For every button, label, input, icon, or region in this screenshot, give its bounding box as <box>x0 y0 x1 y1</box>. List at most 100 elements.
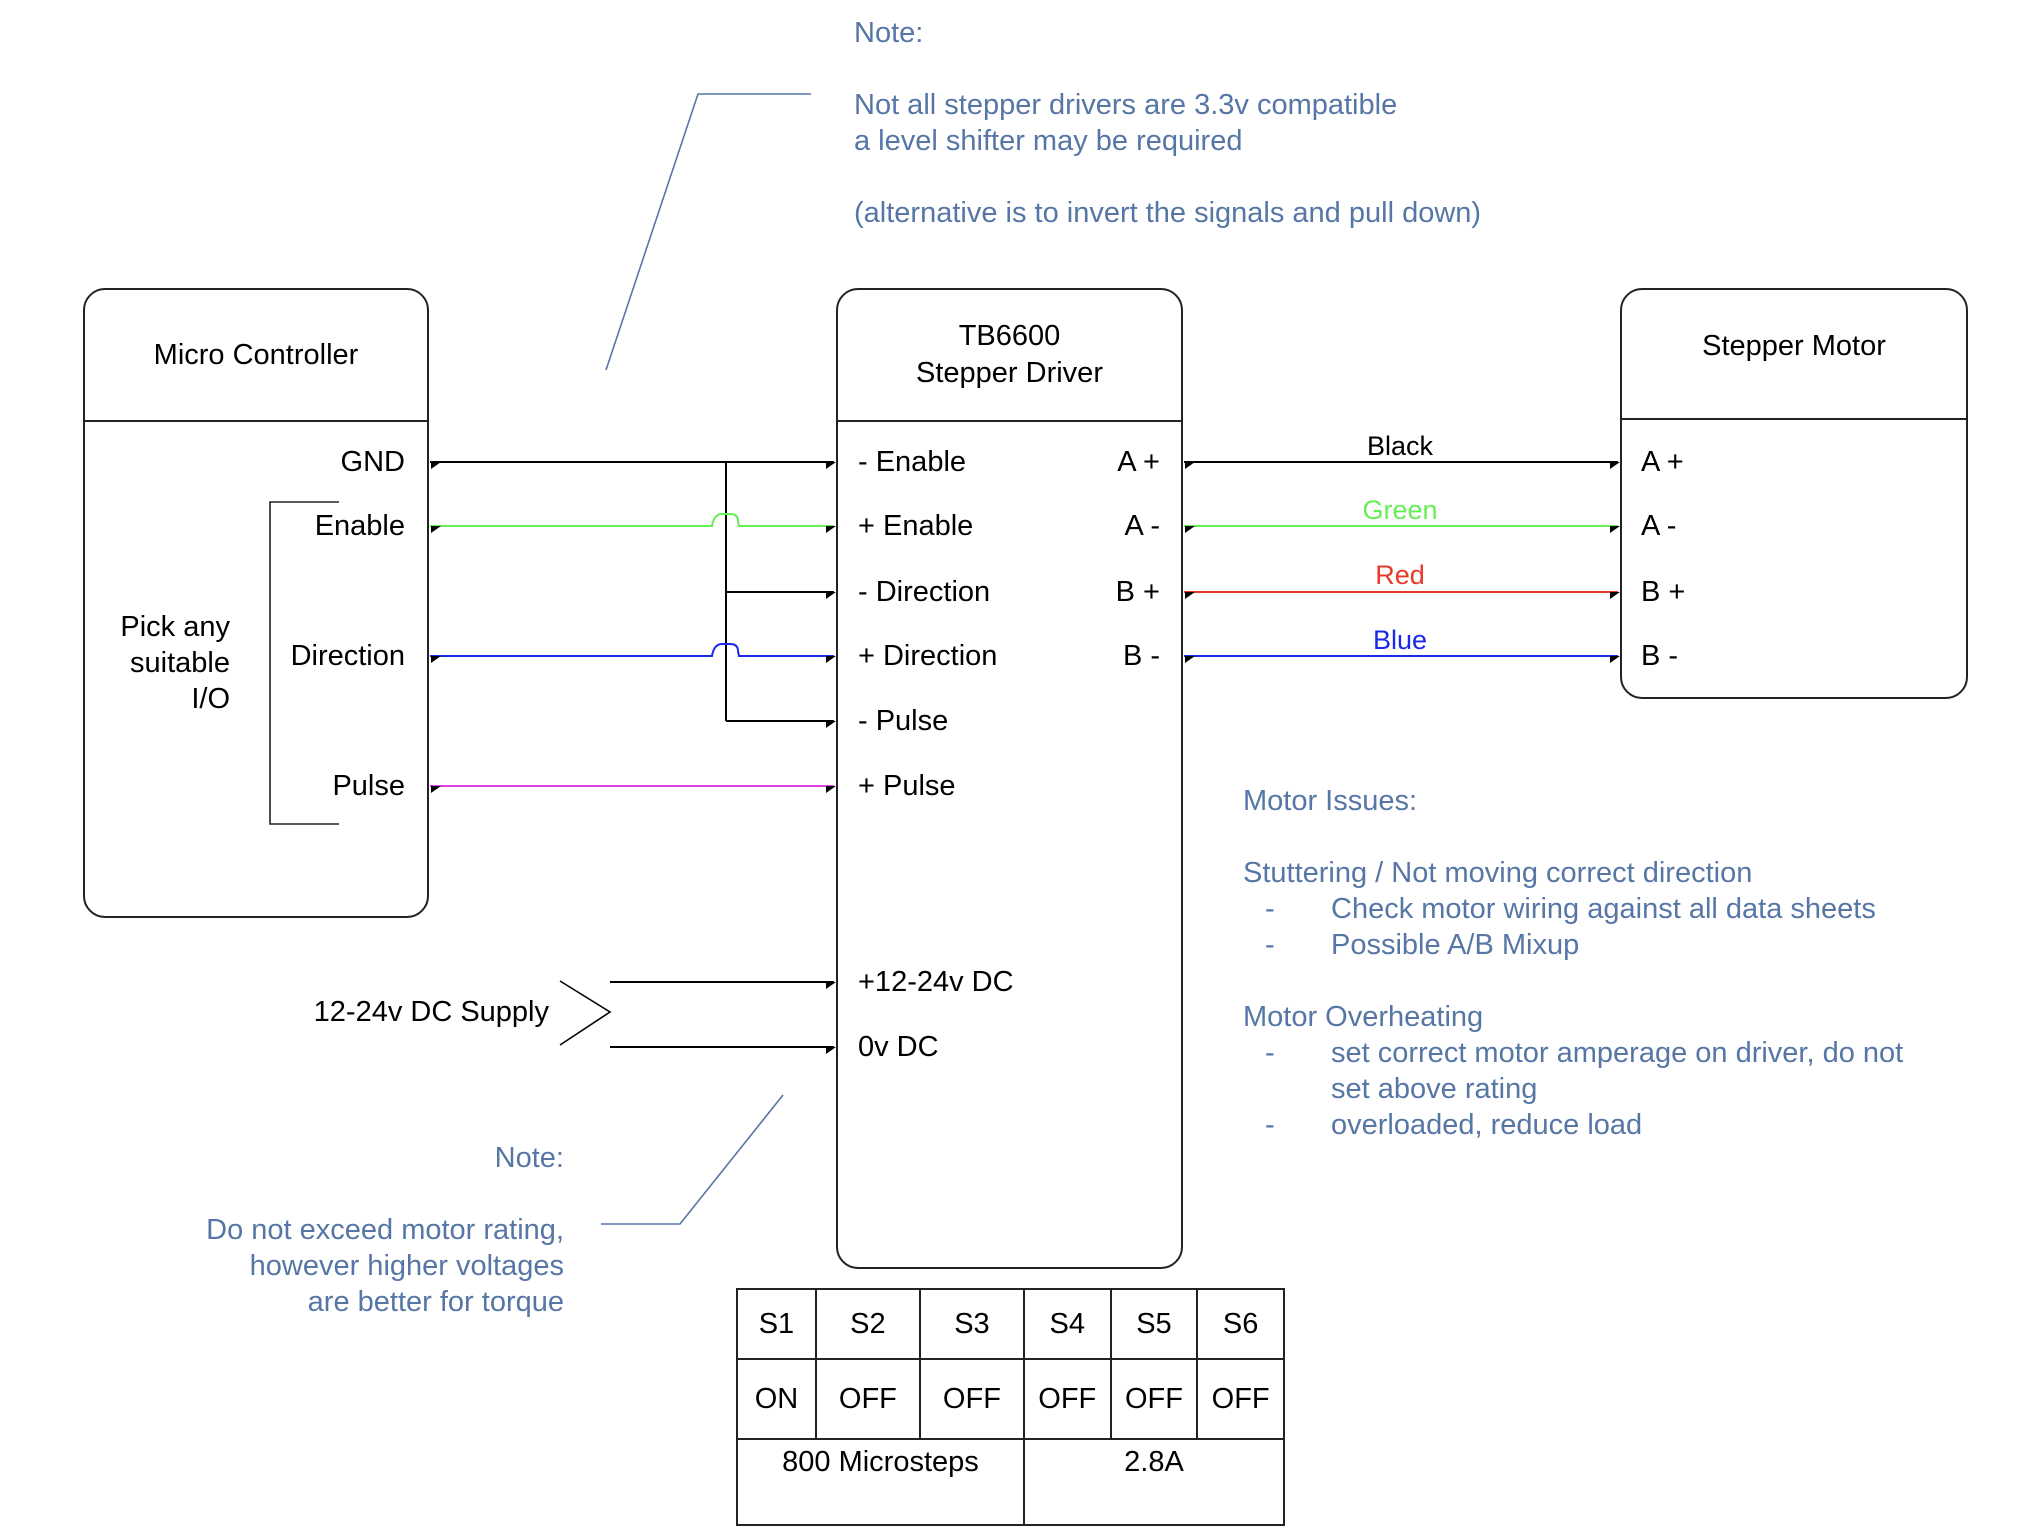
bottom-note-line: however higher voltages <box>249 1250 564 1282</box>
micro-controller-block: Micro Controller <box>83 288 429 918</box>
current-setting: 2.8A <box>1022 1438 1286 1526</box>
connector-arrow-icon <box>826 656 836 663</box>
connector-arrow-icon <box>1610 592 1620 599</box>
issue-item-text: Check motor wiring against all data shee… <box>1331 893 1876 925</box>
mc-pin-pulse: Pulse <box>332 770 405 802</box>
dip-switch-table: S1 S2 S3 S4 S5 S6 ON OFF OFF OFF OFF OFF… <box>736 1288 1286 1526</box>
switch-state: OFF <box>1022 1358 1112 1440</box>
issue-heading: Motor Overheating <box>1243 1001 1484 1033</box>
connector-arrow-icon <box>826 592 836 599</box>
bottom-note-line: Do not exceed motor rating, <box>206 1214 564 1246</box>
mc-pin-gnd: GND <box>340 446 405 478</box>
enable-wire <box>430 513 834 527</box>
issue-item: - Possible A/B Mixup <box>1243 927 1903 963</box>
bullet-dash: - <box>1265 1037 1275 1069</box>
switch-state: OFF <box>918 1358 1025 1440</box>
driver-pin-b-plus: B + <box>1115 576 1160 608</box>
io-note-line: suitable <box>130 647 230 679</box>
top-note: Note: Not all stepper drivers are 3.3v c… <box>854 15 1481 231</box>
connector-arrow-icon <box>431 462 441 469</box>
bottom-note-line: are better for torque <box>307 1286 564 1318</box>
bottom-note-leader <box>601 1094 784 1225</box>
driver-pin-enable-plus: + Enable <box>858 510 974 542</box>
io-note: Pick any suitable I/O <box>120 609 230 717</box>
bottom-note-title: Note: <box>494 1142 564 1174</box>
switch-header: S4 <box>1022 1288 1112 1360</box>
switch-state: OFF <box>1196 1358 1285 1440</box>
switch-header: S3 <box>918 1288 1025 1360</box>
switch-header-row: S1 S2 S3 S4 S5 S6 <box>736 1288 1285 1360</box>
issue-item: - Check motor wiring against all data she… <box>1243 891 1903 927</box>
connector-arrow-icon <box>431 656 441 663</box>
connector-arrow-icon <box>826 786 836 793</box>
stepper-motor-title: Stepper Motor <box>1702 330 1886 362</box>
issue-heading: Stuttering / Not moving correct directio… <box>1243 857 1753 889</box>
motor-pin-a-minus: A - <box>1641 510 1677 542</box>
connector-arrow-icon <box>431 526 441 533</box>
bullet-dash: - <box>1265 929 1275 961</box>
issue-item-continued: set above rating <box>1243 1071 1903 1107</box>
motor-pin-b-plus: B + <box>1641 576 1686 608</box>
connector-arrow-icon <box>826 526 836 533</box>
top-note-title: Note: <box>854 17 924 49</box>
stepper-driver-header: TB6600 Stepper Driver <box>838 290 1181 422</box>
driver-pin-a-minus: A - <box>1124 510 1160 542</box>
connector-arrow-icon <box>1185 462 1195 469</box>
connector-arrow-icon <box>431 786 441 793</box>
motor-issues: Motor Issues: Stuttering / Not moving co… <box>1243 783 1903 1143</box>
stepper-motor-block: Stepper Motor <box>1620 288 1968 699</box>
connector-arrow-icon <box>826 462 836 469</box>
connector-arrow-icon <box>826 1047 836 1054</box>
issue-item: - overloaded, reduce load <box>1243 1107 1903 1143</box>
micro-controller-title: Micro Controller <box>153 338 359 371</box>
driver-title: Stepper Driver <box>916 357 1103 389</box>
driver-pin-supply-positive: +12-24v DC <box>858 966 1014 998</box>
connector-arrow-icon <box>1610 656 1620 663</box>
driver-pin-a-plus: A + <box>1117 446 1160 478</box>
driver-pin-direction-plus: + Direction <box>858 640 998 672</box>
mc-pin-enable: Enable <box>314 510 405 542</box>
connector-arrow-icon <box>1185 526 1195 533</box>
stepper-motor-header: Stepper Motor <box>1622 290 1966 420</box>
issue-item-text: set correct motor amperage on driver, do… <box>1331 1037 1904 1069</box>
io-note-line: Pick any <box>120 611 230 643</box>
supply-chevron <box>559 980 612 1046</box>
io-note-line: I/O <box>191 683 230 715</box>
issue-item-text: Possible A/B Mixup <box>1331 929 1580 961</box>
connector-arrow-icon <box>1610 526 1620 533</box>
driver-pin-enable-minus: - Enable <box>858 446 967 478</box>
top-note-line: (alternative is to invert the signals an… <box>854 197 1482 229</box>
driver-pin-b-minus: B - <box>1122 640 1160 672</box>
connector-arrow-icon <box>826 982 836 989</box>
switch-header: S1 <box>736 1288 817 1360</box>
connector-arrow-icon <box>1185 592 1195 599</box>
switch-state-row: ON OFF OFF OFF OFF OFF <box>736 1358 1285 1440</box>
issue-item-text: overloaded, reduce load <box>1331 1109 1643 1141</box>
connector-arrow-icon <box>826 721 836 728</box>
bullet-dash: - <box>1265 893 1275 925</box>
mc-pin-direction: Direction <box>290 640 405 672</box>
wire-label-red: Red <box>1375 560 1425 590</box>
wire-label-green: Green <box>1362 495 1438 525</box>
top-note-line: Not all stepper drivers are 3.3v compati… <box>854 89 1398 121</box>
motor-pin-b-minus: B - <box>1641 640 1679 672</box>
switch-summary-row: 800 Microsteps 2.8A <box>736 1438 1286 1526</box>
switch-header: S6 <box>1196 1288 1285 1360</box>
top-note-leader <box>605 93 811 371</box>
connector-arrow-icon <box>1610 462 1620 469</box>
top-note-line: a level shifter may be required <box>854 125 1243 157</box>
direction-wire <box>430 643 834 657</box>
wire-label-blue: Blue <box>1372 625 1428 655</box>
motor-pin-a-plus: A + <box>1641 446 1684 478</box>
driver-pin-pulse-minus: - Pulse <box>858 705 949 737</box>
driver-pin-pulse-plus: + Pulse <box>858 770 956 802</box>
connector-arrow-icon <box>1185 656 1195 663</box>
micro-controller-header: Micro Controller <box>85 290 427 422</box>
driver-pin-supply-ground: 0v DC <box>858 1031 939 1063</box>
microsteps-setting: 800 Microsteps <box>736 1438 1025 1526</box>
issue-item: - set correct motor amperage on driver, d… <box>1243 1035 1903 1071</box>
motor-issues-title: Motor Issues: <box>1243 785 1418 817</box>
switch-state: OFF <box>814 1358 921 1440</box>
switch-state: ON <box>736 1358 817 1440</box>
driver-model: TB6600 <box>958 320 1061 352</box>
